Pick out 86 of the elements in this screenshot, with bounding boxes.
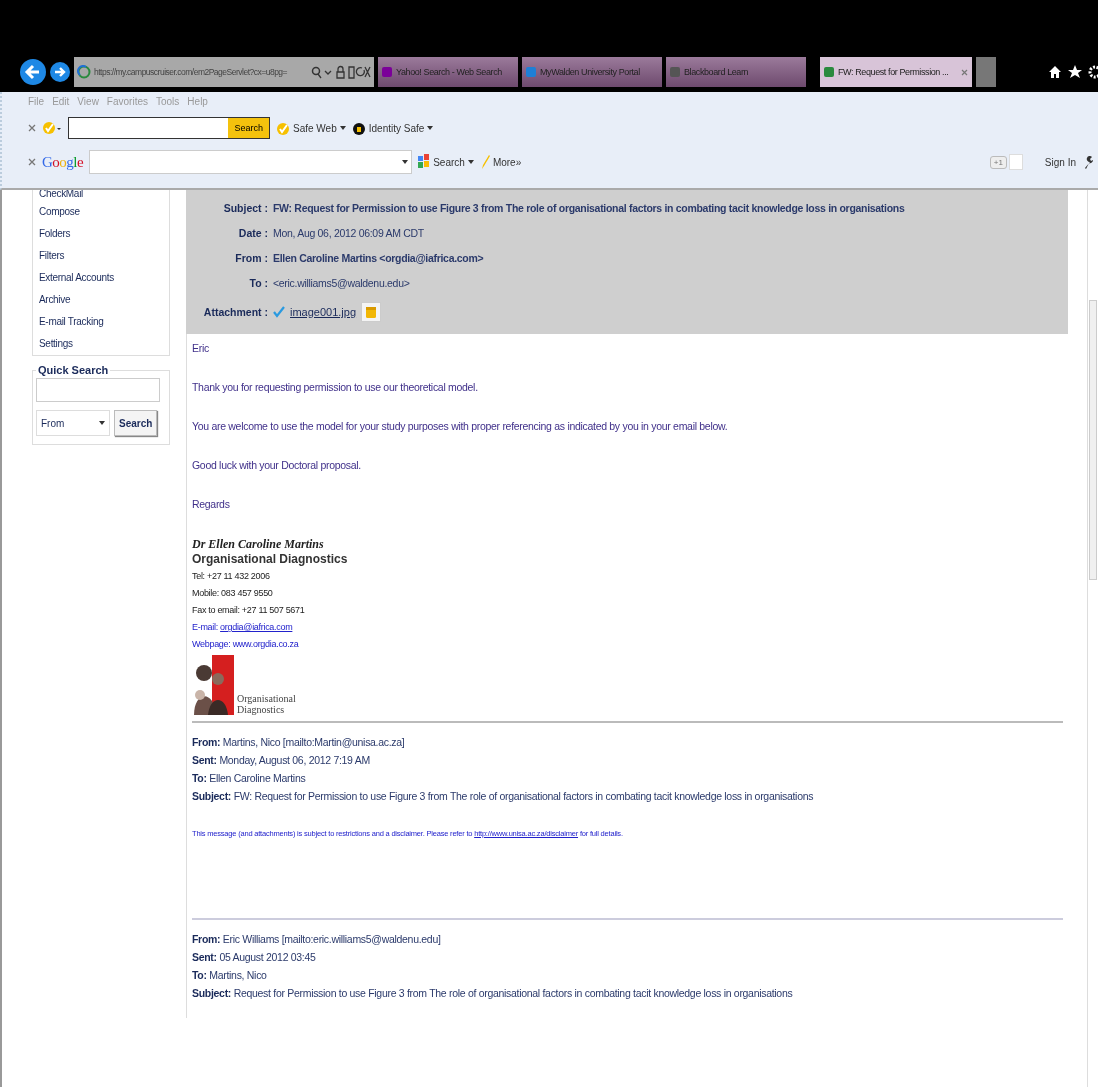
address-controls-icon — [311, 65, 371, 79]
caret-icon — [99, 421, 105, 425]
quick-search-title: Quick Search — [37, 364, 110, 376]
quick-search-field[interactable] — [36, 378, 160, 402]
header-label: Date : — [237, 227, 268, 239]
header-label: From : — [234, 252, 268, 264]
header-label: To : — [248, 277, 268, 289]
header-label: Subject : — [222, 202, 268, 214]
plus-one-button[interactable]: +1 — [989, 155, 1007, 169]
tab-favicon-icon — [670, 67, 680, 77]
lock-badge-icon — [351, 120, 366, 136]
url-text: https://my.campuscruiser.com/em2PageServlet?cx=u8pg= — [94, 67, 289, 77]
attachment-link[interactable]: image001.jpg — [290, 306, 357, 318]
norton-search-field[interactable]: Search — [68, 117, 270, 139]
browser-tab[interactable]: FW: Request for Permission ... — [820, 57, 972, 87]
signature-line: Mobile: 083 457 9550 — [192, 587, 274, 600]
folder-icon[interactable] — [361, 302, 382, 322]
caret-icon — [467, 160, 474, 164]
close-icon[interactable] — [28, 124, 36, 132]
email-label: E-mail: — [192, 622, 218, 632]
check-badge-icon[interactable] — [42, 120, 62, 136]
pencil-icon — [479, 154, 490, 170]
tab-favicon-icon — [824, 67, 834, 77]
forward-field: Sent: 05 August 2012 03:45 — [192, 948, 1063, 966]
sidebar-link[interactable]: Settings — [39, 336, 163, 352]
sidebar-link[interactable]: Folders — [39, 226, 163, 242]
close-tab-icon[interactable] — [961, 68, 968, 76]
message-paragraph: Eric — [192, 342, 210, 354]
close-icon[interactable] — [28, 158, 36, 166]
forward-field: Subject: FW: Request for Permission to use Figure 3 from The role of organisational factors in combating tacit knowledge loss in organisations — [192, 787, 1063, 805]
webpage-line: Webpage: www.orgdia.co.za — [192, 638, 300, 651]
wrench-icon[interactable] — [1082, 155, 1094, 169]
star-icon[interactable] — [1068, 65, 1082, 79]
scrollbar[interactable] — [1087, 190, 1098, 1087]
email-link[interactable]: orgdia@iafrica.com — [220, 622, 293, 632]
more-button[interactable]: More» — [479, 154, 522, 170]
sidebar-link[interactable]: CheckMail — [39, 190, 163, 198]
sidebar-link[interactable]: Filters — [39, 248, 163, 264]
site-icon — [77, 65, 91, 79]
message-paragraph: Regards — [192, 498, 231, 510]
forward-field: To: Martins, Nico — [192, 966, 1063, 984]
caret-icon — [339, 126, 346, 130]
home-icon[interactable] — [1048, 65, 1062, 79]
message-paragraph: Thank you for requesting permission to use our theoretical model. — [192, 381, 479, 393]
google-search-button[interactable]: Search — [418, 154, 474, 170]
search-button[interactable]: Search — [114, 410, 158, 436]
message-paragraph: Good luck with your Doctoral proposal. — [192, 459, 362, 471]
back-button[interactable] — [20, 59, 46, 85]
sidebar-link[interactable]: External Accounts — [39, 270, 163, 286]
toolbar-menu-button[interactable]: Safe Web — [276, 120, 346, 136]
header-value: Mon, Aug 06, 2012 06:09 AM CDT — [273, 227, 425, 239]
forward-field: From: Eric Williams [mailto:eric.williams5@waldenu.edu] — [192, 930, 1063, 948]
check-badge-icon — [276, 120, 290, 136]
tab-favicon-icon — [526, 67, 536, 77]
forward-field: To: Ellen Caroline Martins — [192, 769, 1063, 787]
logo-text: Diagnostics — [237, 704, 286, 715]
sidebar-link[interactable]: Archive — [39, 292, 163, 308]
signature-line: Tel: +27 11 432 2006 — [192, 570, 271, 583]
forward-field: Sent: Monday, August 06, 2012 7:19 AM — [192, 751, 1063, 769]
forward-field: From: Martins, Nico [mailto:Martin@unisa.ac.za] — [192, 733, 1063, 751]
search-button[interactable]: Search — [228, 118, 269, 138]
forward-button[interactable] — [50, 62, 70, 82]
signature-line: Fax to email: +27 11 507 5671 — [192, 604, 306, 617]
message-paragraph: You are welcome to use the model for your study purposes with proper referencing as indicated by you in your email below. — [192, 420, 729, 432]
header-label: Attachment : — [202, 306, 268, 318]
search-field-dropdown[interactable]: From — [36, 410, 110, 436]
google-squares-icon — [418, 154, 431, 170]
google-logo: Google — [42, 153, 84, 171]
header-value: <eric.williams5@waldenu.edu> — [273, 277, 411, 289]
header-value: Ellen Caroline Martins <orgdia@iafrica.com> — [273, 252, 485, 264]
settings-icon[interactable] — [1088, 65, 1098, 79]
sign-in-button[interactable]: Sign In — [1044, 156, 1076, 168]
caret-icon[interactable] — [402, 160, 409, 164]
google-search-field[interactable] — [89, 150, 413, 174]
signature-organisation: Organisational Diagnostics — [192, 552, 349, 566]
logo-text: Organisational — [237, 693, 296, 704]
toolbar-menu-button[interactable]: Identity Safe — [351, 120, 434, 136]
signature-name: Dr Ellen Caroline Martins — [192, 537, 325, 552]
address-bar[interactable]: https://my.campuscruiser.com/em2PageServlet?cx=u8pg= — [74, 57, 374, 87]
sidebar-link[interactable]: Compose — [39, 204, 163, 220]
checkmark-icon — [273, 306, 285, 318]
sidebar-link[interactable]: E-mail Tracking — [39, 314, 163, 330]
caret-icon — [427, 126, 434, 130]
header-value: FW: Request for Permission to use Figure 3 from The role of organisational factors in combating tacit knowledge loss in organisations — [273, 202, 906, 214]
tab-favicon-icon — [382, 67, 392, 77]
forward-field: Subject: Request for Permission to use Figure 3 from The role of organisational factors in combating tacit knowledge loss in organisations — [192, 984, 1063, 1002]
